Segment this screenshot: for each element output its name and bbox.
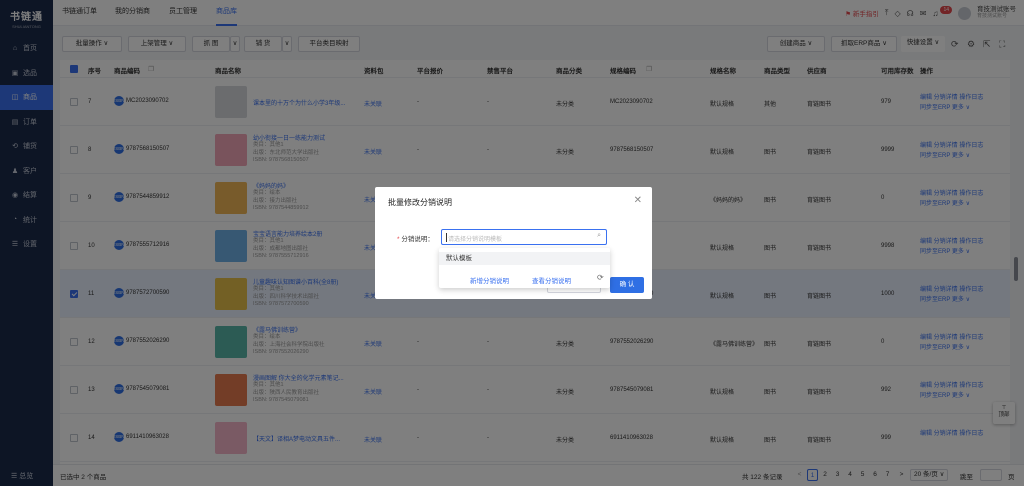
search-icon: ⌕: [597, 232, 601, 239]
close-icon[interactable]: ✕: [634, 195, 642, 206]
add-description-link[interactable]: 新增分销说明: [470, 275, 509, 285]
select-placeholder: 请选择分销说明模板: [448, 237, 503, 243]
description-template-select[interactable]: 请选择分销说明模板 ⌕: [441, 229, 607, 245]
field-label-text: 分销说明: [401, 236, 428, 243]
confirm-button[interactable]: 确 认: [610, 277, 644, 293]
dialog-title: 批量修改分销说明: [388, 198, 452, 207]
field-label: * 分销说明：: [397, 236, 434, 243]
text-caret: [446, 233, 447, 242]
required-mark: *: [397, 236, 400, 243]
refresh-icon[interactable]: ⟳: [597, 273, 604, 282]
template-dropdown: 默认模板 新增分销说明 查看分销说明 ⟳: [439, 248, 610, 288]
view-description-link[interactable]: 查看分销说明: [532, 275, 571, 285]
option-default-template[interactable]: 默认模板: [439, 252, 610, 265]
